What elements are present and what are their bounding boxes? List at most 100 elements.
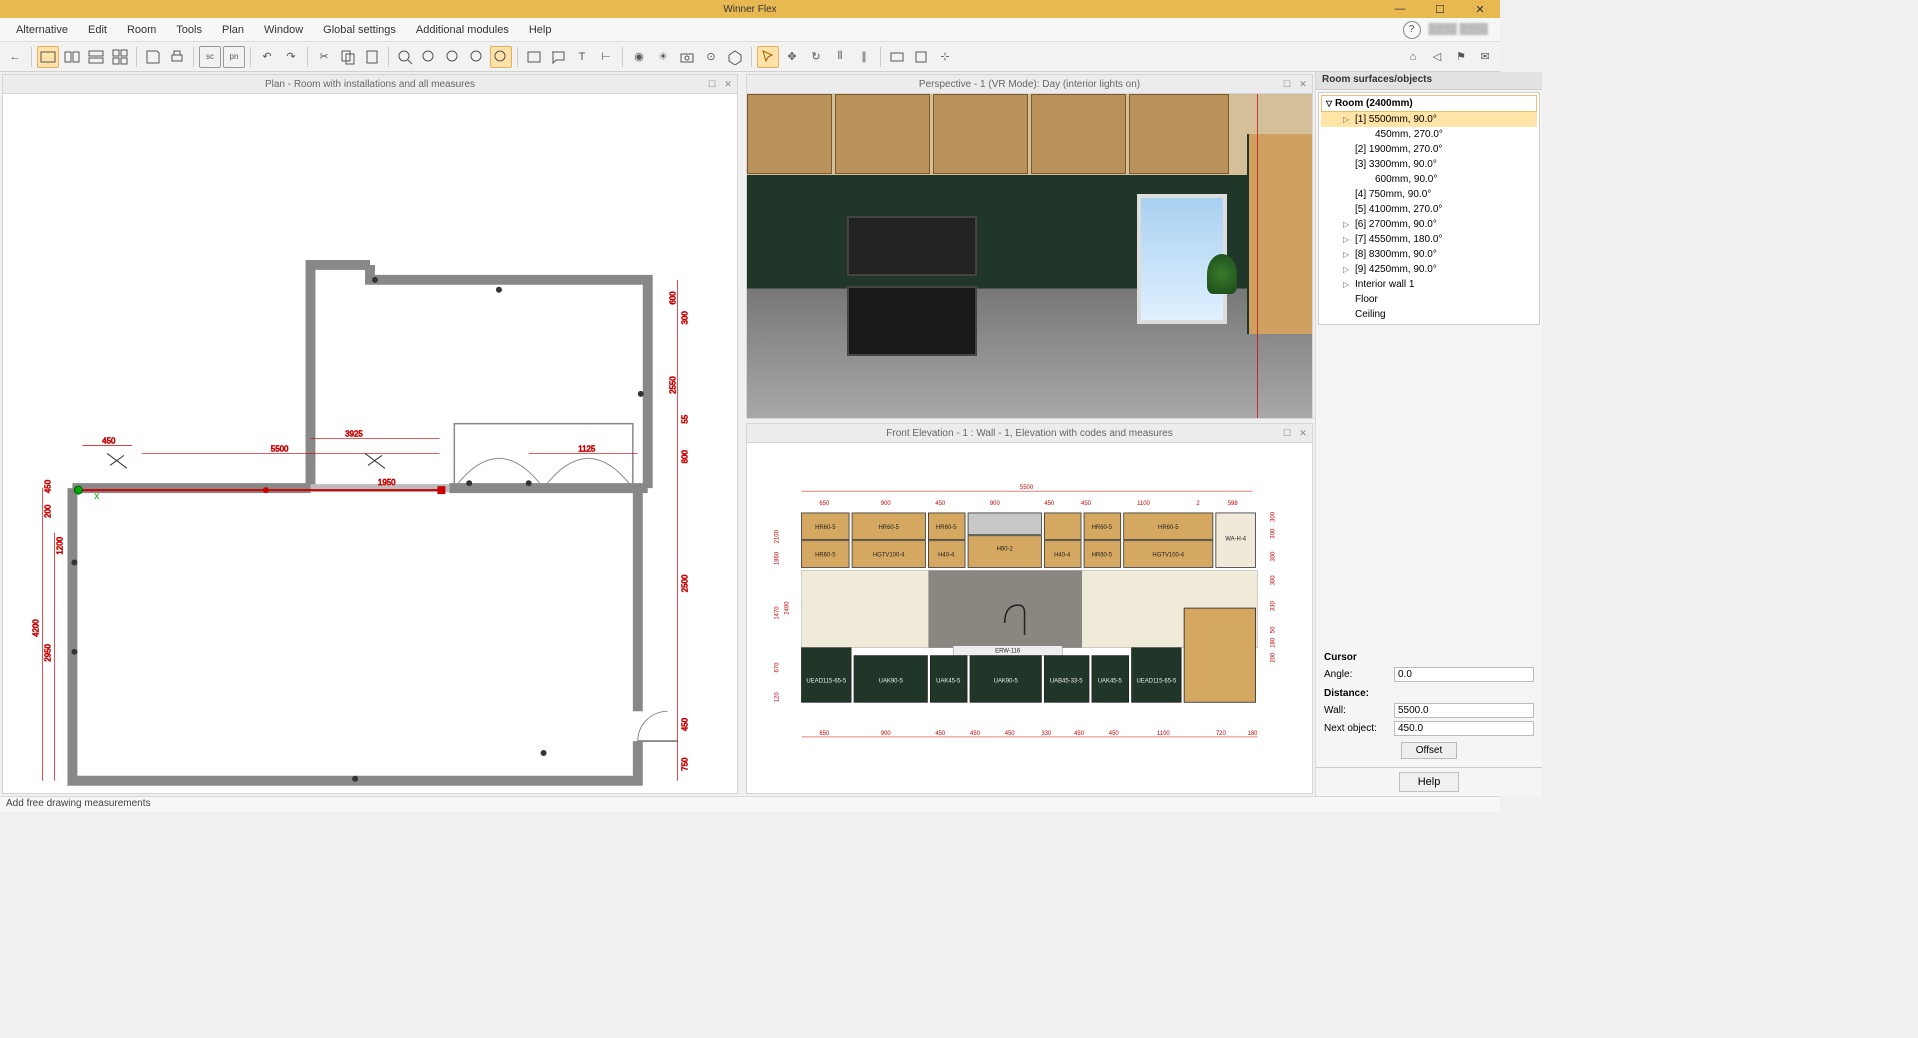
zoom-3-icon[interactable]	[466, 46, 488, 68]
tree-item-0[interactable]: ▷[1] 5500mm, 90.0°	[1321, 112, 1537, 127]
tree-item-6[interactable]: [5] 4100mm, 270.0°	[1321, 202, 1537, 217]
pn-icon[interactable]: pn	[223, 46, 245, 68]
perspective-viewport[interactable]	[746, 94, 1313, 419]
tree-item-10[interactable]: ▷[9] 4250mm, 90.0°	[1321, 262, 1537, 277]
tree-item-label: [9] 4250mm, 90.0°	[1355, 264, 1437, 275]
zoom-fit-icon[interactable]	[394, 46, 416, 68]
nav-left-icon[interactable]: ◁	[1426, 46, 1448, 68]
plan-max-icon[interactable]: ☐	[705, 77, 719, 91]
print-icon[interactable]	[166, 46, 188, 68]
tree-item-2[interactable]: [2] 1900mm, 270.0°	[1321, 142, 1537, 157]
menu-alternative[interactable]: Alternative	[6, 21, 78, 39]
pointer-icon[interactable]	[757, 46, 779, 68]
view-mode-1[interactable]	[37, 46, 59, 68]
angle-input[interactable]	[1394, 667, 1534, 682]
tree-item-3[interactable]: [3] 3300mm, 90.0°	[1321, 157, 1537, 172]
paste-icon[interactable]	[361, 46, 383, 68]
menu-edit[interactable]: Edit	[78, 21, 117, 39]
note-icon[interactable]	[523, 46, 545, 68]
copy-icon[interactable]	[337, 46, 359, 68]
tree-item-5[interactable]: [4] 750mm, 90.0°	[1321, 187, 1537, 202]
svg-text:55: 55	[680, 414, 689, 423]
tree-item-12[interactable]: Floor	[1321, 292, 1537, 307]
svg-text:598: 598	[1228, 501, 1239, 507]
menu-help[interactable]: Help	[519, 21, 562, 39]
mail-icon[interactable]: ✉	[1474, 46, 1496, 68]
menu-bar: Alternative Edit Room Tools Plan Window …	[0, 18, 1500, 42]
menu-window[interactable]: Window	[254, 21, 313, 39]
svg-text:450: 450	[44, 479, 53, 493]
menu-room[interactable]: Room	[117, 21, 166, 39]
tree-item-8[interactable]: ▷[7] 4550mm, 180.0°	[1321, 232, 1537, 247]
tree-item-11[interactable]: ▷Interior wall 1	[1321, 277, 1537, 292]
svg-text:650: 650	[819, 501, 830, 507]
back-button[interactable]: ←	[4, 46, 26, 68]
sun-icon[interactable]: ☀	[652, 46, 674, 68]
close-button[interactable]: ✕	[1460, 0, 1500, 18]
elevation-canvas[interactable]: 5500 650 900 450 900 450 450 1100 2 598	[746, 443, 1313, 794]
tree-item-label: [4] 750mm, 90.0°	[1355, 189, 1431, 200]
zoom-active-icon[interactable]	[490, 46, 512, 68]
redo-icon[interactable]: ↷	[280, 46, 302, 68]
elevation-pane-header: Front Elevation - 1 : Wall - 1, Elevatio…	[746, 423, 1313, 443]
perspective-close-icon[interactable]: ✕	[1296, 77, 1310, 91]
menu-additional-modules[interactable]: Additional modules	[406, 21, 519, 39]
tool-c-icon[interactable]: ⊹	[934, 46, 956, 68]
undo-icon[interactable]: ↶	[256, 46, 278, 68]
tree-item-9[interactable]: ▷[8] 8300mm, 90.0°	[1321, 247, 1537, 262]
menu-tools[interactable]: Tools	[166, 21, 212, 39]
rotate-icon[interactable]: ↻	[805, 46, 827, 68]
view-mode-2[interactable]	[61, 46, 83, 68]
wall-input[interactable]	[1394, 703, 1534, 718]
maximize-button[interactable]: ☐	[1420, 0, 1460, 18]
menu-plan[interactable]: Plan	[212, 21, 254, 39]
surfaces-tree[interactable]: ▽ Room (2400mm) ▷[1] 5500mm, 90.0°450mm,…	[1318, 92, 1540, 325]
svg-text:1125: 1125	[578, 444, 596, 453]
tree-root[interactable]: ▽ Room (2400mm)	[1321, 95, 1537, 112]
flag-icon[interactable]: ⚑	[1450, 46, 1472, 68]
svg-text:1100: 1100	[1157, 731, 1170, 737]
tree-item-7[interactable]: ▷[6] 2700mm, 90.0°	[1321, 217, 1537, 232]
tree-item-13[interactable]: Ceiling	[1321, 307, 1537, 322]
comment-icon[interactable]	[547, 46, 569, 68]
perspective-max-icon[interactable]: ☐	[1280, 77, 1294, 91]
tree-item-label: Interior wall 1	[1355, 279, 1414, 290]
plan-canvas[interactable]: x 450 5500 3925 1125	[2, 94, 738, 794]
camera-icon[interactable]	[676, 46, 698, 68]
view-mode-3[interactable]	[85, 46, 107, 68]
offset-button[interactable]: Offset	[1401, 742, 1458, 759]
svg-text:2550: 2550	[669, 376, 678, 394]
next-object-input[interactable]	[1394, 721, 1534, 736]
svg-text:450: 450	[1109, 731, 1120, 737]
tree-item-4[interactable]: 600mm, 90.0°	[1321, 172, 1537, 187]
zoom-in-icon[interactable]	[418, 46, 440, 68]
view-mode-4[interactable]	[109, 46, 131, 68]
3d-icon[interactable]	[724, 46, 746, 68]
help-button[interactable]: Help	[1399, 772, 1460, 792]
move-icon[interactable]: ✥	[781, 46, 803, 68]
help-icon[interactable]: ?	[1403, 21, 1421, 39]
zoom-area-icon[interactable]	[442, 46, 464, 68]
home-icon[interactable]: ⌂	[1402, 46, 1424, 68]
light-icon[interactable]: ◉	[628, 46, 650, 68]
sc-icon[interactable]: sc	[199, 46, 221, 68]
save-icon[interactable]	[142, 46, 164, 68]
align-icon[interactable]: ∥	[853, 46, 875, 68]
record-icon[interactable]: ⊙	[700, 46, 722, 68]
tree-item-label: [8] 8300mm, 90.0°	[1355, 249, 1437, 260]
elevation-close-icon[interactable]: ✕	[1296, 426, 1310, 440]
svg-text:HR60-5: HR60-5	[1158, 525, 1179, 531]
dimension-icon[interactable]: ⊢	[595, 46, 617, 68]
menu-global-settings[interactable]: Global settings	[313, 21, 406, 39]
tool-b-icon[interactable]	[910, 46, 932, 68]
svg-text:800: 800	[680, 450, 689, 464]
plan-close-icon[interactable]: ✕	[721, 77, 735, 91]
tree-item-label: [2] 1900mm, 270.0°	[1355, 144, 1442, 155]
elevation-max-icon[interactable]: ☐	[1280, 426, 1294, 440]
text-tool-icon[interactable]: T	[571, 46, 593, 68]
tree-item-1[interactable]: 450mm, 270.0°	[1321, 127, 1537, 142]
grip-icon[interactable]: ⫴	[829, 46, 851, 68]
minimize-button[interactable]: —	[1380, 0, 1420, 18]
cut-icon[interactable]: ✂	[313, 46, 335, 68]
tool-a-icon[interactable]	[886, 46, 908, 68]
